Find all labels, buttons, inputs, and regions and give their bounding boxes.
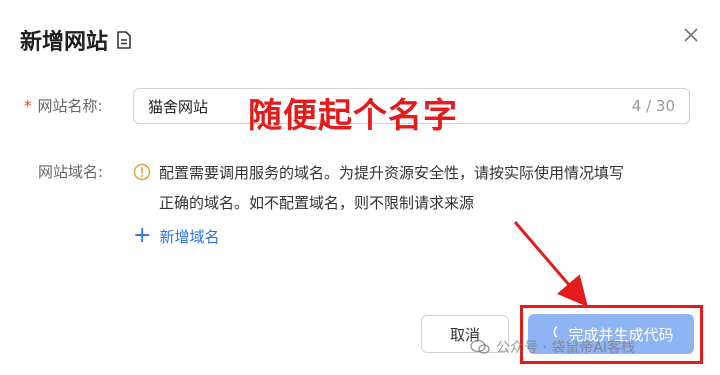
required-star: * <box>24 97 32 115</box>
close-button[interactable] <box>680 26 702 48</box>
wechat-icon <box>470 339 490 355</box>
website-domain-label: 网站域名: <box>38 163 104 181</box>
domain-notice: 配置需要调用服务的域名。为提升资源安全性，请按实际使用情况填写 正确的域名。如不… <box>159 158 704 218</box>
plus-icon: + <box>133 223 152 248</box>
annotation-text: 随便起个名字 <box>248 96 458 136</box>
dialog-title-text: 新增网站 <box>20 30 109 55</box>
add-domain-label: 新增域名 <box>159 227 220 246</box>
character-counter: 4 / 30 <box>631 97 675 115</box>
close-icon <box>683 27 699 47</box>
watermark-text: 公众号 · 袋鼠帝AI客栈 <box>496 340 636 356</box>
website-name-label: * 网站名称: <box>24 97 103 115</box>
add-domain-button[interactable]: + 新增域名 <box>133 225 219 247</box>
domain-notice-line2: 正确的域名。如不配置域名，则不限制请求来源 <box>159 194 475 212</box>
document-icon <box>116 31 132 49</box>
info-icon <box>133 163 151 185</box>
watermark: 公众号 · 袋鼠帝AI客栈 <box>470 337 635 357</box>
dialog-title: 新增网站 <box>20 24 132 56</box>
domain-notice-line1: 配置需要调用服务的域名。为提升资源安全性，请按实际使用情况填写 <box>159 164 625 182</box>
